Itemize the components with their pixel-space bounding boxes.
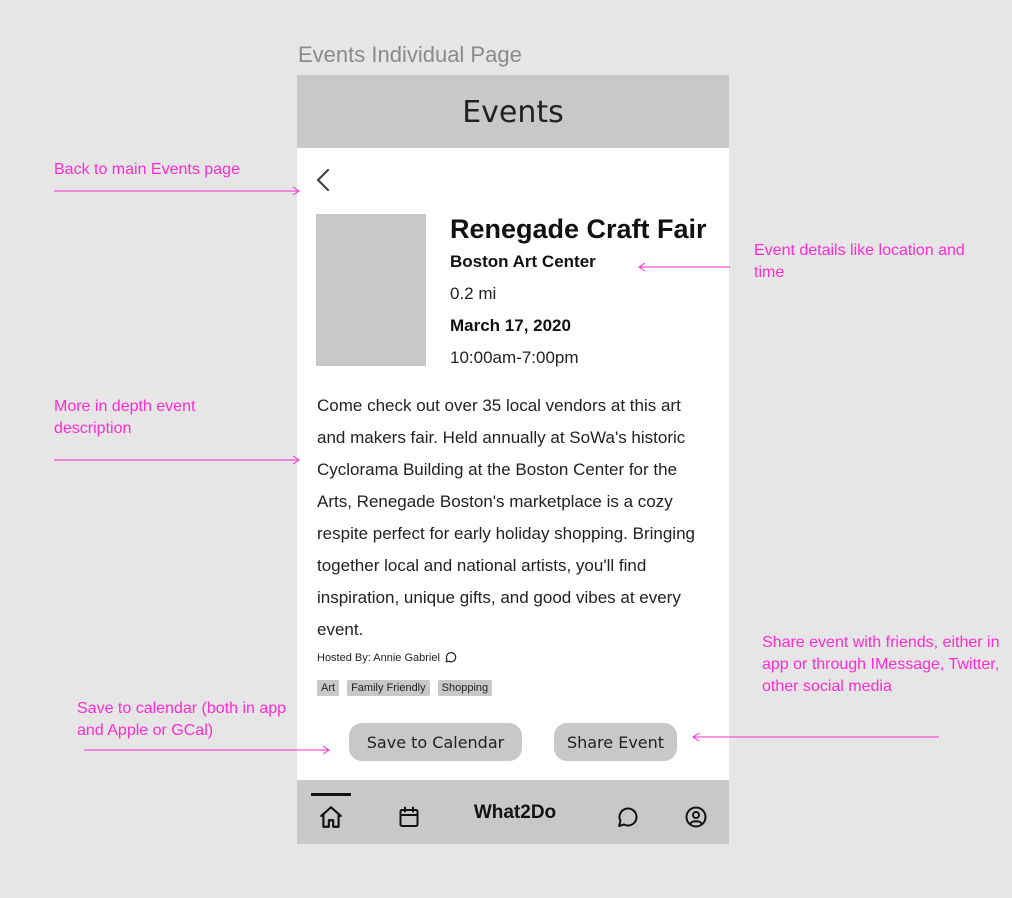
event-description: Come check out over 35 local vendors at … — [317, 396, 695, 639]
profile-icon — [685, 806, 707, 828]
annotation-arrow-description — [54, 455, 300, 465]
annotation-description: More in depth event description — [54, 398, 196, 437]
back-button[interactable] — [311, 167, 335, 193]
phone-frame: Events Renegade Craft Fair Boston Art Ce… — [297, 75, 729, 844]
tag-art[interactable]: Art — [317, 680, 340, 696]
annotation-share: Share event with friends, either in app … — [762, 634, 1000, 695]
event-date: March 17, 2020 — [450, 316, 571, 335]
event-image-placeholder — [316, 214, 426, 366]
event-distance: 0.2 mi — [450, 284, 497, 303]
calendar-icon — [399, 806, 419, 827]
annotation-arrow-details — [638, 262, 730, 272]
annotation-arrow-share — [692, 732, 939, 742]
app-header: Events — [297, 75, 729, 148]
nav-home[interactable] — [314, 800, 348, 834]
page-label: Events Individual Page — [298, 42, 522, 67]
chevron-left-icon — [316, 168, 330, 192]
tag-list: Art Family Friendly Shopping — [317, 680, 493, 696]
save-to-calendar-button[interactable]: Save to Calendar — [349, 723, 522, 761]
annotation-arrow-back — [54, 186, 300, 196]
chat-icon — [618, 807, 638, 827]
event-details: Renegade Craft Fair Boston Art Center 0.… — [450, 212, 720, 374]
event-name: Renegade Craft Fair — [450, 214, 707, 244]
page-title: Events — [462, 95, 564, 130]
home-icon — [320, 806, 342, 828]
tag-family-friendly[interactable]: Family Friendly — [347, 680, 430, 696]
event-time: 10:00am-7:00pm — [450, 348, 579, 367]
nav-profile[interactable] — [679, 800, 713, 834]
hosted-by: Hosted By: Annie Gabriel — [317, 651, 457, 664]
annotation-details: Event details like location and time — [754, 242, 965, 281]
annotation-back: Back to main Events page — [54, 161, 240, 178]
tag-shopping[interactable]: Shopping — [437, 680, 493, 696]
bottom-nav: What2Do — [297, 780, 729, 844]
annotation-arrow-save — [84, 745, 330, 755]
app-brand[interactable]: What2Do — [467, 802, 563, 824]
nav-calendar[interactable] — [392, 800, 426, 834]
active-tab-indicator — [311, 793, 351, 796]
chat-icon[interactable] — [444, 651, 457, 664]
annotation-save: Save to calendar (both in app and Apple … — [77, 700, 287, 739]
share-event-button[interactable]: Share Event — [554, 723, 677, 761]
nav-messages[interactable] — [610, 800, 644, 834]
host-name: Hosted By: Annie Gabriel — [317, 651, 440, 664]
